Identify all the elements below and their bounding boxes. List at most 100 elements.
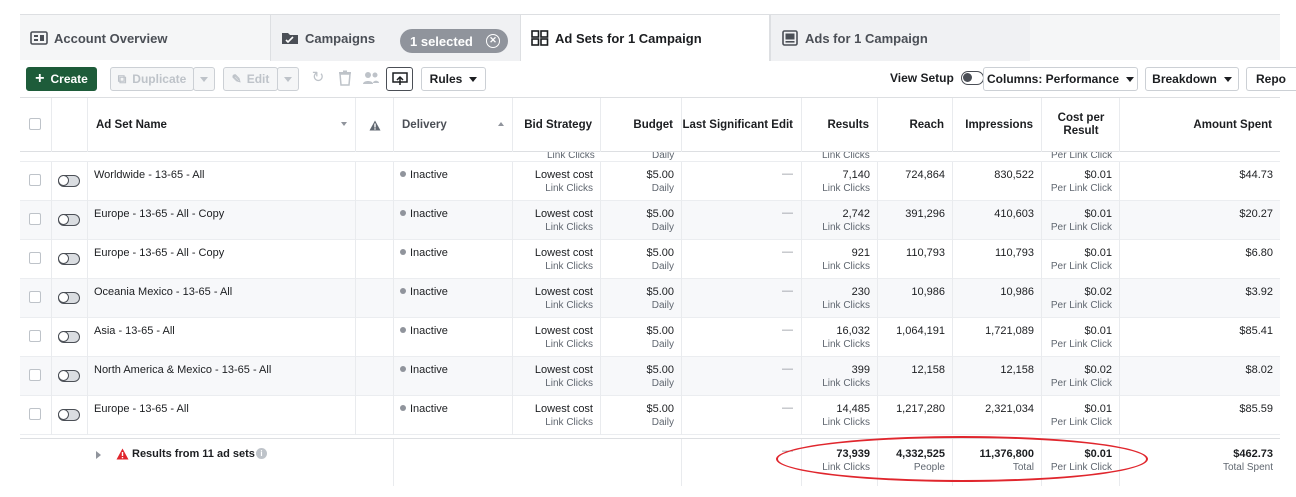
ad-set-toggle[interactable]	[57, 330, 80, 343]
status-dot-icon	[400, 327, 406, 333]
cell-cost: $0.01 Per Link Click	[1042, 162, 1120, 201]
table-row[interactable]: Worldwide - 13-65 - All Inactive Lowest co…	[20, 162, 1280, 201]
expand-arrow-icon[interactable]	[96, 451, 101, 459]
row-checkbox[interactable]	[29, 330, 41, 342]
edit-button[interactable]: ✎ Edit	[223, 67, 278, 91]
breakdown-button[interactable]: Breakdown	[1145, 67, 1239, 91]
summary-cost-value: $0.01	[1084, 448, 1112, 460]
rules-label: Rules	[429, 72, 463, 86]
delivery-label: Inactive	[410, 208, 448, 220]
row-checkbox[interactable]	[29, 252, 41, 264]
reach-value: 110,793	[906, 247, 945, 259]
ad-set-name-link[interactable]: Europe - 13-65 - All - Copy	[94, 208, 224, 220]
columns-button[interactable]: Columns: Performance	[983, 67, 1138, 91]
table-row[interactable]: Europe - 13-65 - All Inactive Lowest cost L…	[20, 396, 1280, 435]
ad-set-name-link[interactable]: Europe - 13-65 - All - Copy	[94, 247, 224, 259]
tab-ad-sets[interactable]: Ad Sets for 1 Campaign	[520, 15, 770, 61]
column-header-delivery[interactable]: Delivery	[394, 98, 513, 152]
create-button[interactable]: + Create	[26, 67, 97, 91]
column-label: Impressions	[965, 119, 1033, 131]
cell-spent: $8.02	[1120, 357, 1280, 396]
view-setup-toggle[interactable]	[960, 71, 984, 85]
column-header-warnings[interactable]	[356, 98, 394, 152]
ad-set-name-link[interactable]: Asia - 13-65 - All	[94, 325, 175, 337]
ad-set-toggle[interactable]	[57, 252, 80, 265]
selected-count-label: 1 selected	[410, 33, 473, 49]
cell-results: 2,742 Link Clicks	[802, 201, 878, 240]
create-label: Create	[50, 72, 88, 86]
last-edit-value: —	[782, 285, 793, 297]
ad-set-toggle[interactable]	[57, 291, 80, 304]
clear-selection-icon[interactable]: ✕	[486, 34, 500, 48]
row-checkbox[interactable]	[29, 213, 41, 225]
sort-up-icon[interactable]	[498, 122, 504, 126]
info-icon[interactable]: i	[256, 448, 267, 459]
cell-cb	[20, 240, 52, 279]
last-edit-value: —	[782, 168, 793, 180]
results-value: 2,742	[842, 208, 870, 220]
ad-set-name-link[interactable]: Worldwide - 13-65 - All	[94, 169, 204, 181]
cell-warn	[356, 318, 394, 357]
impressions-value: 10,986	[1000, 286, 1034, 298]
cell-warn	[356, 396, 394, 435]
summary-spent-value: $462.73	[1233, 448, 1273, 460]
column-header-impressions[interactable]: Impressions	[953, 98, 1042, 152]
view-setup-label: View Setup	[890, 71, 954, 85]
preview-button[interactable]	[386, 67, 413, 91]
results-value: 7,140	[842, 169, 870, 181]
cell-bid: Lowest cost Link Clicks	[513, 396, 601, 435]
column-header-results[interactable]: Results	[802, 98, 878, 152]
edit-dropdown-button[interactable]	[277, 67, 299, 91]
table-row[interactable]: Europe - 13-65 - All - Copy Inactive Lowes…	[20, 240, 1280, 279]
row-checkbox[interactable]	[29, 291, 41, 303]
view-setup[interactable]: View Setup	[890, 71, 984, 85]
duplicate-button[interactable]: ⧉ Duplicate	[110, 67, 194, 91]
rules-button[interactable]: Rules	[421, 67, 486, 91]
selected-count-pill[interactable]: 1 selected ✕	[400, 29, 508, 53]
ad-set-toggle[interactable]	[57, 213, 80, 226]
table-row[interactable]: Asia - 13-65 - All Inactive Lowest cost Lin…	[20, 318, 1280, 357]
tab-account-overview[interactable]: Account Overview	[20, 15, 270, 61]
ad-set-toggle[interactable]	[57, 174, 80, 187]
cell-spent: $3.92	[1120, 279, 1280, 318]
row-checkbox[interactable]	[29, 408, 41, 420]
cell-reach: 12,158	[878, 357, 953, 396]
ad-set-name-link[interactable]: Oceania Mexico - 13-65 - All	[94, 286, 232, 298]
column-header-last-edit[interactable]: Last Significant Edit	[682, 98, 802, 152]
trash-icon[interactable]	[335, 67, 355, 89]
delivery-status: Inactive	[400, 247, 448, 259]
sort-down-icon[interactable]	[341, 122, 347, 126]
column-header-bid-strategy[interactable]: Bid Strategy	[513, 98, 601, 152]
tab-ads[interactable]: Ads for 1 Campaign	[770, 15, 1030, 61]
spent-value: $6.80	[1245, 247, 1273, 259]
cost-value: $0.01	[1084, 169, 1112, 181]
audience-icon[interactable]	[361, 67, 381, 89]
cell-delivery: Inactive	[394, 240, 513, 279]
plus-icon: +	[35, 70, 45, 87]
row-checkbox[interactable]	[29, 369, 41, 381]
spent-value: $3.92	[1245, 286, 1273, 298]
duplicate-dropdown-button[interactable]	[193, 67, 215, 91]
last-edit-value: —	[782, 207, 793, 219]
reports-button[interactable]: Repo	[1246, 67, 1296, 91]
select-all-checkbox[interactable]	[29, 118, 41, 130]
last-edit-value: —	[782, 246, 793, 258]
refresh-icon[interactable]: ↻	[308, 67, 328, 89]
partial-budget-sub: Daily	[652, 152, 675, 161]
column-header-reach[interactable]: Reach	[878, 98, 953, 152]
ad-set-name-link[interactable]: Europe - 13-65 - All	[94, 403, 189, 415]
column-header-amount-spent[interactable]: Amount Spent	[1120, 98, 1280, 152]
column-header-name[interactable]: Ad Set Name	[88, 98, 356, 152]
tab-bar: Account Overview Campaigns Ad Sets for 1…	[20, 14, 1280, 61]
ad-set-toggle[interactable]	[57, 369, 80, 382]
ad-set-name-link[interactable]: North America & Mexico - 13-65 - All	[94, 364, 271, 376]
column-header-cost-per-result[interactable]: Cost per Result	[1042, 98, 1120, 152]
ad-set-toggle[interactable]	[57, 408, 80, 421]
table-row[interactable]: Europe - 13-65 - All - Copy Inactive Lowes…	[20, 201, 1280, 240]
table-row[interactable]: North America & Mexico - 13-65 - All Inac…	[20, 357, 1280, 396]
table-row[interactable]: Oceania Mexico - 13-65 - All Inactive Lowe…	[20, 279, 1280, 318]
cost-value: $0.02	[1084, 286, 1112, 298]
column-header-budget[interactable]: Budget	[601, 98, 682, 152]
row-checkbox[interactable]	[29, 174, 41, 186]
cell-reach: 391,296	[878, 201, 953, 240]
